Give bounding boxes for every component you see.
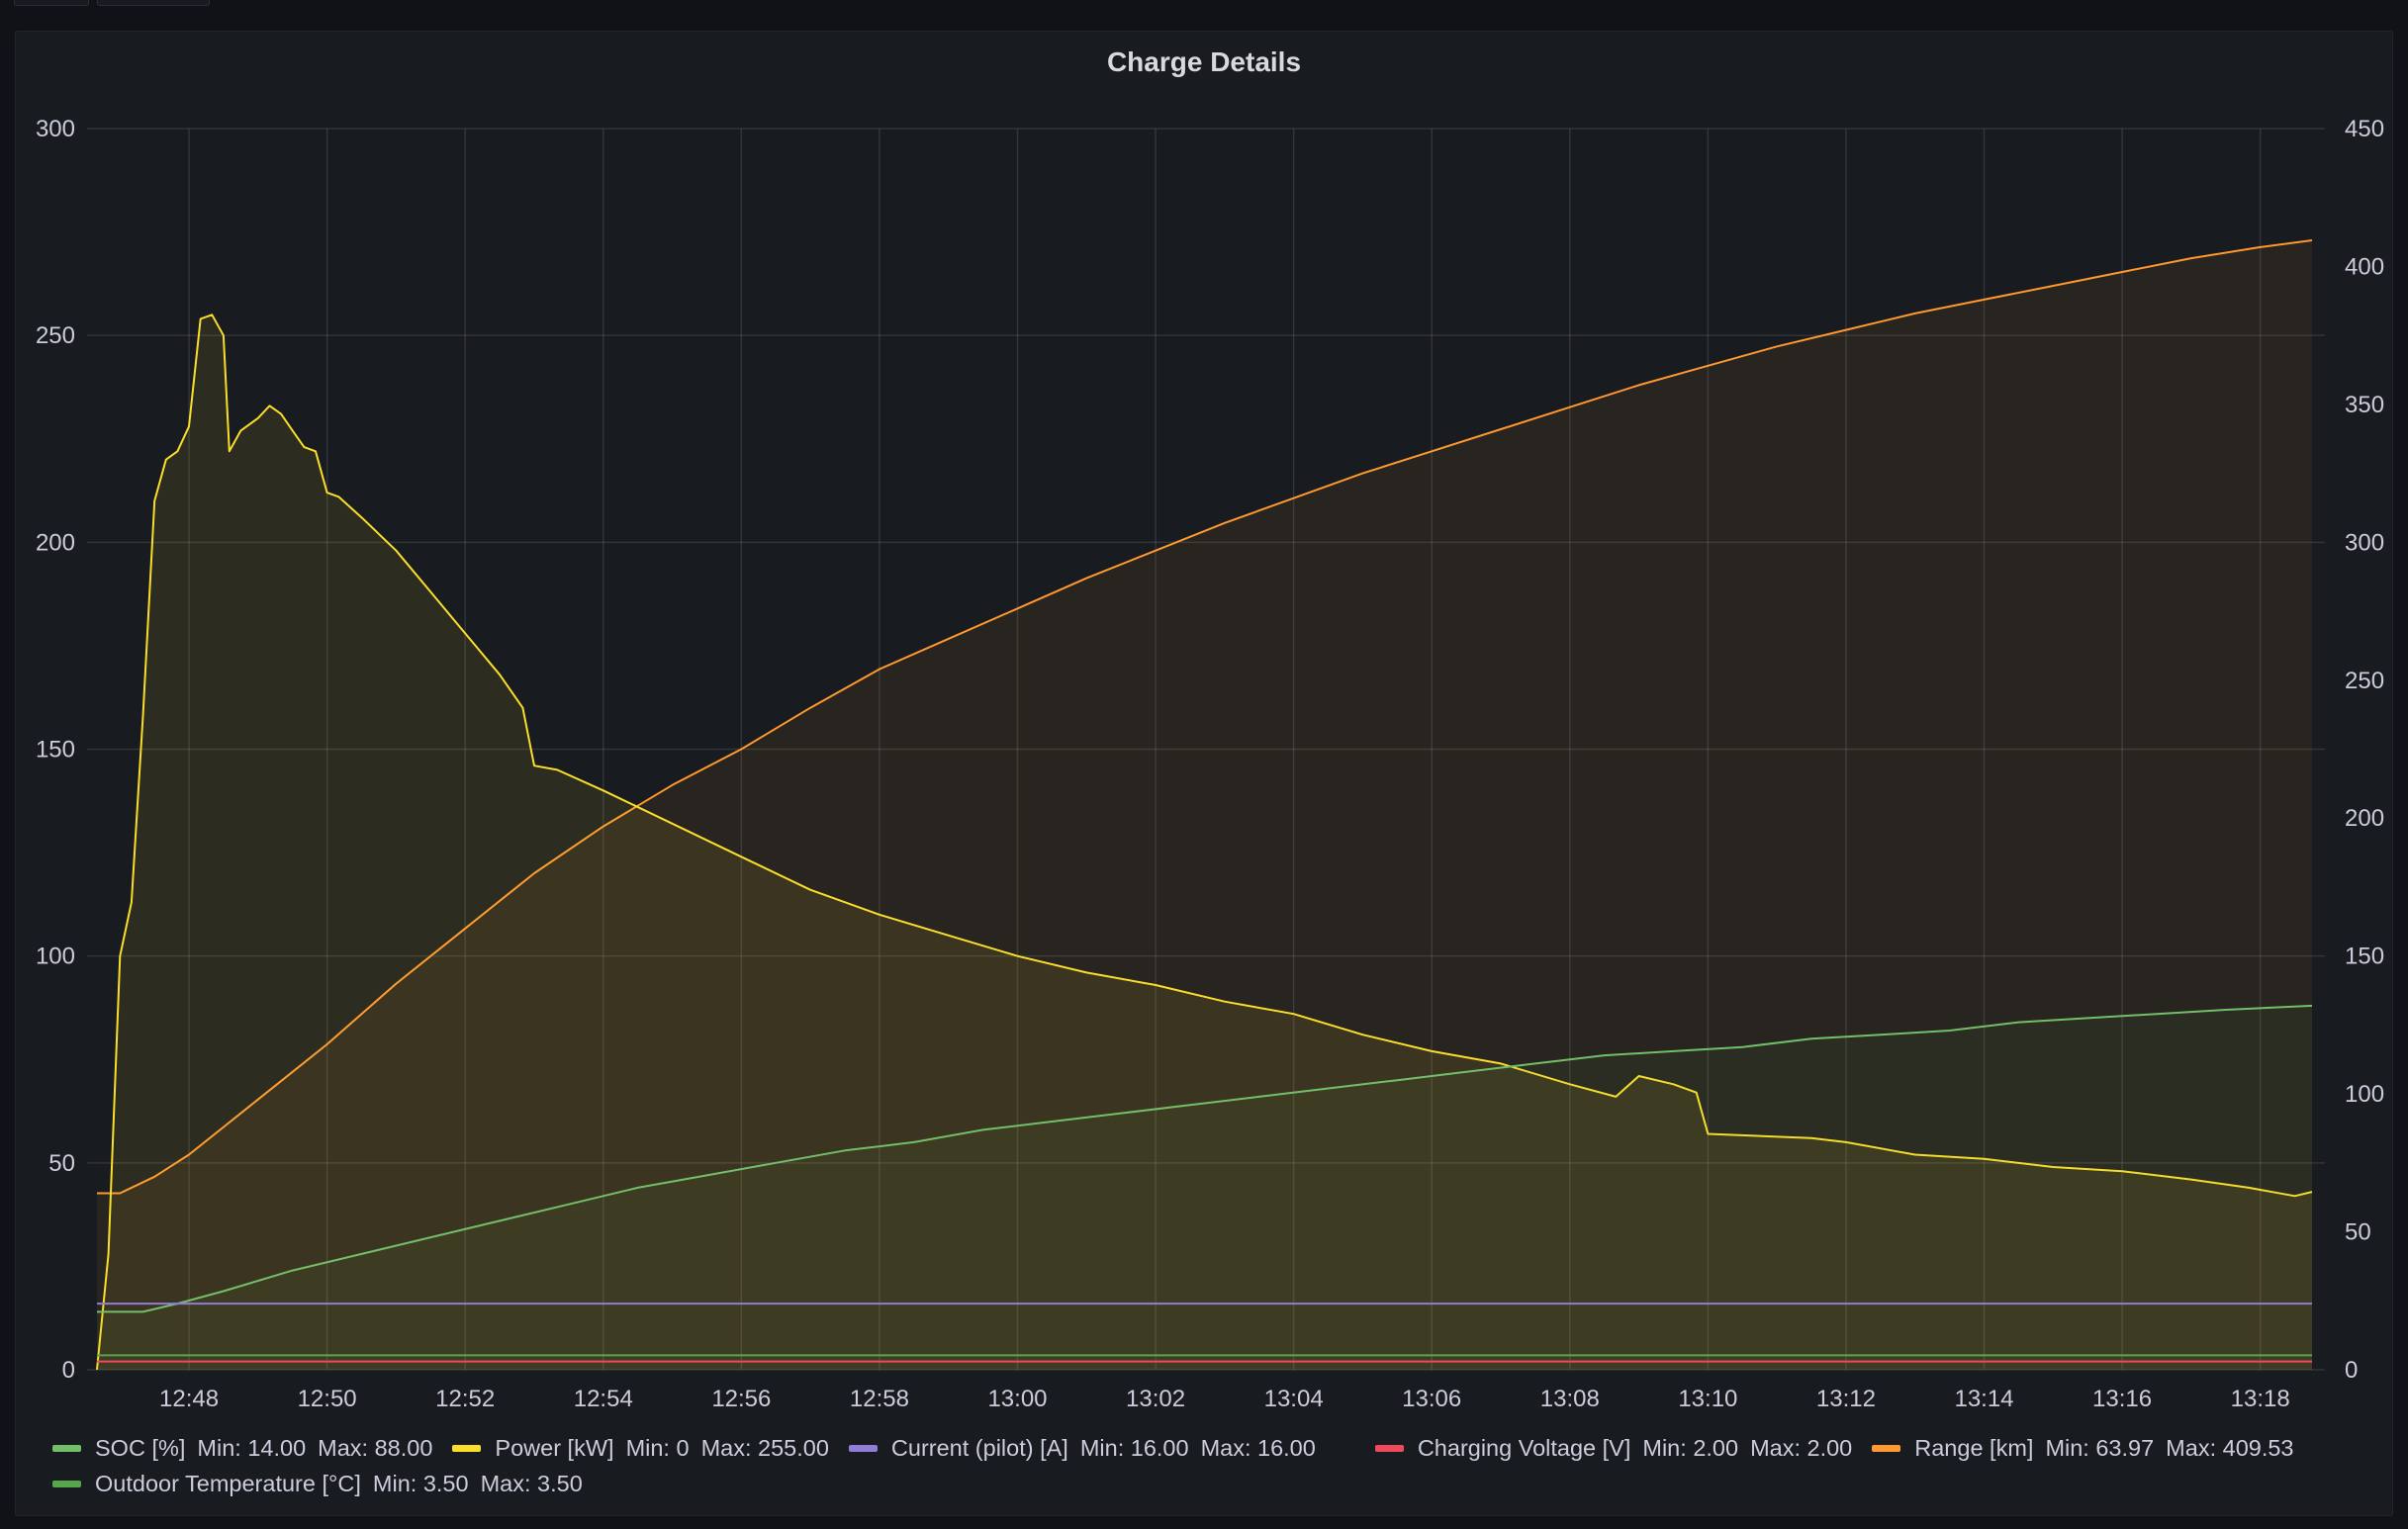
legend-max: Max: 88.00 <box>318 1434 433 1461</box>
x-tick-label: 13:10 <box>1678 1386 1737 1412</box>
legend-min: Min: 14.00 <box>197 1434 307 1461</box>
legend-max: Max: 16.00 <box>1200 1434 1316 1461</box>
legend-item[interactable]: Range [km] Min: 63.97 Max: 409.53 <box>1872 1434 2294 1462</box>
y-right-tick-label: 100 <box>2345 1081 2384 1108</box>
legend-swatch <box>452 1444 482 1452</box>
legend-label: Power [kW] <box>495 1434 614 1461</box>
charge-details-chart: 0 50 100 150 200 250 300 0 50 100 150 200 250 300 350 4… <box>36 116 2384 1412</box>
legend-swatch <box>52 1480 81 1487</box>
y-right-tick-label: 0 <box>2345 1357 2358 1384</box>
y-right-tick-label: 450 <box>2345 116 2384 142</box>
legend-label: Current (pilot) [A] <box>890 1434 1068 1461</box>
legend-item[interactable]: Charging Voltage [V] Min: 2.00 Max: 2.00 <box>1374 1434 1853 1462</box>
legend-swatch <box>848 1444 878 1452</box>
x-tick-label: 12:54 <box>574 1386 633 1412</box>
y-right-tick-label: 250 <box>2345 668 2384 694</box>
legend-item[interactable]: Current (pilot) [A] Min: 16.00 Max: 16.00 <box>848 1434 1316 1462</box>
legend-item[interactable]: SOC [%] Min: 14.00 Max: 88.00 <box>52 1435 432 1462</box>
x-tick-label: 13:14 <box>1954 1386 2013 1412</box>
legend-item[interactable]: Outdoor Temperature [°C] Min: 3.50 Max: 3.… <box>52 1471 583 1497</box>
y-right-tick-label: 350 <box>2345 392 2384 418</box>
y-left-tick-label: 0 <box>62 1357 75 1384</box>
legend-label: Range [km] <box>1914 1434 2034 1461</box>
x-tick-label: 13:08 <box>1540 1386 1600 1412</box>
legend-min: Min: 3.50 <box>372 1470 469 1496</box>
x-tick-label: 13:16 <box>2092 1386 2152 1412</box>
y-right-tick-label: 400 <box>2345 253 2384 280</box>
x-tick-label: 13:06 <box>1402 1386 1461 1412</box>
y-right-tick-label: 50 <box>2345 1219 2371 1246</box>
x-tick-label: 12:50 <box>298 1386 357 1412</box>
x-tick-label: 13:18 <box>2231 1386 2290 1412</box>
x-tick-label: 13:04 <box>1264 1386 1324 1412</box>
legend-item[interactable]: Power [kW] Min: 0 Max: 255.00 <box>452 1434 829 1462</box>
y-left-tick-label: 100 <box>36 944 75 970</box>
x-tick-label: 12:58 <box>850 1386 909 1412</box>
legend-max: Max: 2.00 <box>1750 1434 1853 1461</box>
y-right-tick-label: 150 <box>2345 944 2384 970</box>
legend-min: Min: 16.00 <box>1079 1434 1189 1461</box>
y-left-tick-label: 250 <box>36 322 75 349</box>
x-tick-label: 12:48 <box>159 1386 219 1412</box>
y-left-tick-label: 300 <box>36 116 75 142</box>
legend-label: Outdoor Temperature [°C] <box>95 1470 361 1496</box>
legend-max: Max: 255.00 <box>700 1434 829 1461</box>
y-left-tick-label: 50 <box>48 1150 75 1177</box>
legend-min: Min: 0 <box>625 1434 690 1461</box>
x-tick-label: 13:12 <box>1816 1386 1876 1412</box>
legend-row: Outdoor Temperature [°C] Min: 3.50 Max: 3.… <box>52 1466 2397 1501</box>
legend-min: Min: 63.97 <box>2045 1434 2155 1461</box>
x-tick-label: 12:52 <box>435 1386 495 1412</box>
legend-max: Max: 3.50 <box>480 1470 583 1496</box>
y-right-tick-label: 300 <box>2345 529 2384 556</box>
legend-swatch <box>1872 1444 1901 1452</box>
x-tick-label: 13:02 <box>1126 1386 1185 1412</box>
legend-label: Charging Voltage [V] <box>1417 1434 1631 1461</box>
legend-label: SOC [%] <box>95 1434 186 1461</box>
y-left-tick-label: 150 <box>36 737 75 764</box>
legend-min: Min: 2.00 <box>1642 1434 1739 1461</box>
x-tick-label: 12:56 <box>711 1386 771 1412</box>
y-left-tick-label: 200 <box>36 529 75 556</box>
x-tick-label: 13:00 <box>987 1386 1047 1412</box>
legend-swatch <box>52 1444 81 1452</box>
legend: SOC [%] Min: 14.00 Max: 88.00 Power [kW] Min… <box>52 1430 2397 1501</box>
legend-row: SOC [%] Min: 14.00 Max: 88.00 Power [kW] Min… <box>52 1430 2397 1466</box>
y-right-tick-label: 200 <box>2345 805 2384 832</box>
legend-max: Max: 409.53 <box>2166 1434 2294 1461</box>
legend-swatch <box>1374 1444 1404 1452</box>
